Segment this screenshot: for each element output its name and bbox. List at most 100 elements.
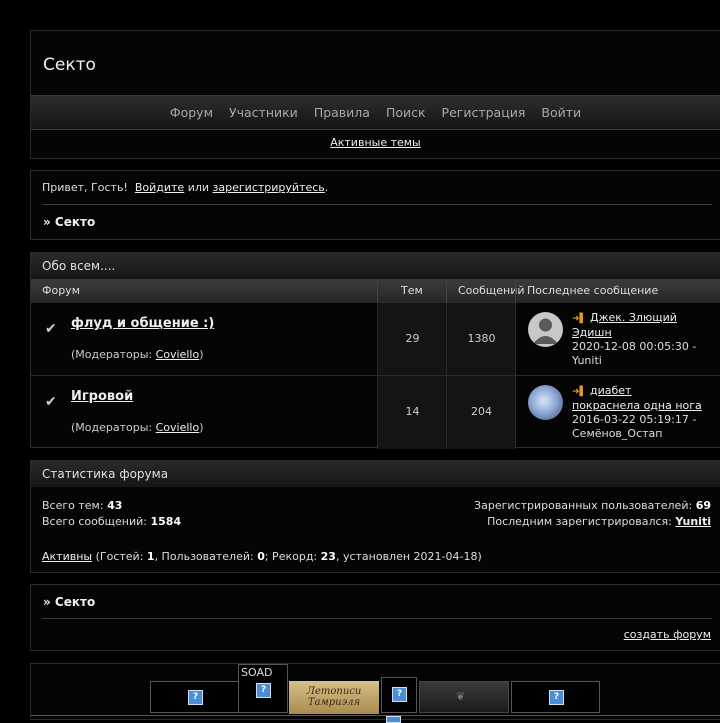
mods-prefix: (Модераторы: bbox=[71, 421, 156, 434]
broken-image-icon: ? bbox=[256, 683, 271, 698]
total-topics-value: 43 bbox=[107, 499, 123, 512]
header-forum: Форум bbox=[42, 284, 80, 297]
topic-count: 14 bbox=[405, 405, 420, 418]
banner-text-line2: Тамриэля bbox=[307, 697, 361, 708]
forum-table-header: Форум Тем Сообщений Последнее сообщение bbox=[31, 279, 720, 302]
moderator-link[interactable]: Coviello bbox=[156, 348, 200, 361]
members-label: , Пользователей: bbox=[154, 550, 258, 563]
header-divider bbox=[377, 279, 378, 302]
forum-name-link[interactable]: флуд и общение :) bbox=[71, 316, 214, 331]
post-count: 204 bbox=[471, 405, 492, 418]
category-title[interactable]: Обо всем.... bbox=[31, 253, 720, 279]
banner-link-soad[interactable]: SOAD ? bbox=[238, 664, 288, 713]
last-post-arrow-icon[interactable]: ➜▌ bbox=[572, 387, 586, 397]
topic-count-cell: 29 bbox=[377, 303, 447, 376]
guests-label: (Гостей: bbox=[92, 550, 147, 563]
forum-moderators: (Модераторы: Coviello) bbox=[71, 348, 204, 361]
or-text: или bbox=[187, 181, 210, 194]
forum-category: Обо всем.... Форум Тем Сообщений Последн… bbox=[30, 252, 720, 449]
header-divider bbox=[446, 279, 447, 302]
banner-link[interactable]: ? bbox=[150, 681, 239, 713]
welcome-panel: Привет, Гость! Войдите или зарегистрируй… bbox=[30, 170, 720, 240]
mods-prefix: (Модераторы: bbox=[71, 348, 156, 361]
mods-suffix: ) bbox=[199, 348, 204, 361]
forum-row: ✔ Игровой (Модераторы: Coviello) 14 204 … bbox=[31, 375, 720, 449]
guests-value: 1 bbox=[146, 550, 155, 563]
total-posts-label: Всего сообщений: bbox=[42, 515, 147, 528]
header-divider bbox=[515, 279, 516, 302]
total-posts: Всего сообщений: 1584 bbox=[42, 515, 181, 528]
post-count-cell: 1380 bbox=[446, 303, 516, 376]
checkmark-icon: ✔ bbox=[45, 394, 57, 410]
site-title: Секто bbox=[43, 55, 96, 75]
banner-text-line1: Летописи bbox=[306, 686, 362, 697]
nav-login[interactable]: Войти bbox=[541, 105, 581, 120]
last-post-info: ➜▌ диабет покраснела одна нога 2016-03-2… bbox=[572, 384, 702, 441]
footer-breadcrumb[interactable]: » Секто bbox=[43, 595, 95, 609]
divider bbox=[31, 715, 720, 716]
forum-name-link[interactable]: Игровой bbox=[71, 389, 133, 404]
moderator-link[interactable]: Coviello bbox=[156, 421, 200, 434]
last-registered: Последним зарегистрировался: Yuniti bbox=[487, 515, 711, 528]
greeting-line: Привет, Гость! Войдите или зарегистрируй… bbox=[42, 181, 328, 194]
last-post-cell: ➜▌ диабет покраснела одна нога 2016-03-2… bbox=[515, 376, 720, 449]
checkmark-icon: ✔ bbox=[45, 321, 57, 337]
forum-info: ✔ флуд и общение :) (Модераторы: Coviell… bbox=[31, 303, 377, 376]
header-last-post: Последнее сообщение bbox=[527, 284, 659, 297]
dark-banner[interactable]: ❦ bbox=[419, 681, 509, 713]
record-label: ; Рекорд: bbox=[264, 550, 321, 563]
soad-label: SOAD bbox=[241, 666, 273, 679]
nav-search[interactable]: Поиск bbox=[386, 105, 426, 120]
greeting-text: Привет, Гость! bbox=[42, 181, 128, 194]
last-post-meta: 2020-12-08 00:05:30 - Yuniti bbox=[572, 340, 697, 367]
post-count-cell: 204 bbox=[446, 376, 516, 449]
active-users-link[interactable]: Активны bbox=[42, 550, 92, 563]
nav-forum[interactable]: Форум bbox=[170, 105, 213, 120]
topic-count: 29 bbox=[405, 332, 420, 345]
mods-suffix: ) bbox=[199, 421, 204, 434]
post-count: 1380 bbox=[467, 332, 496, 345]
banner-emblem-icon: ❦ bbox=[456, 690, 466, 703]
nav-members[interactable]: Участники bbox=[229, 105, 298, 120]
active-topics-link[interactable]: Активные темы bbox=[330, 136, 421, 149]
registered-users-value: 69 bbox=[695, 499, 711, 512]
last-post-arrow-icon[interactable]: ➜▌ bbox=[572, 314, 586, 324]
create-forum-link[interactable]: создать форум bbox=[624, 628, 711, 641]
banner-strip: ? SOAD ? Летописи Тамриэля ? ❦ ? bbox=[30, 663, 720, 723]
forum-stats: Статистика форума Всего тем: 43 Всего со… bbox=[30, 460, 720, 573]
login-link[interactable]: Войдите bbox=[135, 181, 184, 194]
registered-users-label: Зарегистрированных пользователей: bbox=[474, 499, 693, 512]
forum-row: ✔ флуд и общение :) (Модераторы: Coviell… bbox=[31, 302, 720, 376]
record-value: 23 bbox=[320, 550, 336, 563]
last-post-link[interactable]: Джек. Злющий Эдишн bbox=[572, 311, 677, 339]
stats-title: Статистика форума bbox=[31, 461, 720, 487]
default-avatar-icon bbox=[528, 312, 563, 347]
footer-panel: » Секто создать форум bbox=[30, 584, 720, 651]
banner-link[interactable]: ? bbox=[381, 677, 417, 713]
period-text: . bbox=[324, 181, 329, 194]
broken-image-icon: ? bbox=[392, 687, 407, 702]
breadcrumb[interactable]: » Секто bbox=[43, 215, 95, 229]
total-topics: Всего тем: 43 bbox=[42, 499, 122, 512]
members-value: 0 bbox=[257, 550, 265, 563]
nav-register[interactable]: Регистрация bbox=[442, 105, 526, 120]
register-link[interactable]: зарегистрируйтесь bbox=[213, 181, 325, 194]
last-registered-label: Последним зарегистрировался: bbox=[487, 515, 672, 528]
divider bbox=[42, 204, 712, 205]
banner-link[interactable]: ? bbox=[511, 681, 600, 713]
last-registered-user-link[interactable]: Yuniti bbox=[675, 515, 711, 528]
nav-rules[interactable]: Правила bbox=[314, 105, 370, 120]
last-post-meta: 2016-03-22 05:19:17 - Семёнов_Остап bbox=[572, 413, 697, 440]
last-post-link[interactable]: диабет покраснела одна нога bbox=[572, 384, 702, 412]
chronicles-banner[interactable]: Летописи Тамриэля bbox=[289, 681, 379, 714]
active-users-line: Активны (Гостей: 1, Пользователей: 0; Ре… bbox=[42, 550, 482, 563]
total-posts-value: 1584 bbox=[150, 515, 182, 528]
record-date: , установлен 2021-04-18) bbox=[335, 550, 482, 563]
header-topics: Тем bbox=[401, 284, 423, 297]
forum-moderators: (Модераторы: Coviello) bbox=[71, 421, 204, 434]
forum-info: ✔ Игровой (Модераторы: Coviello) bbox=[31, 376, 377, 449]
user-photo-avatar bbox=[528, 385, 563, 420]
topic-count-cell: 14 bbox=[377, 376, 447, 449]
main-navbar: Форум Участники Правила Поиск Регистраци… bbox=[31, 95, 720, 130]
broken-image-icon: ? bbox=[549, 690, 564, 705]
